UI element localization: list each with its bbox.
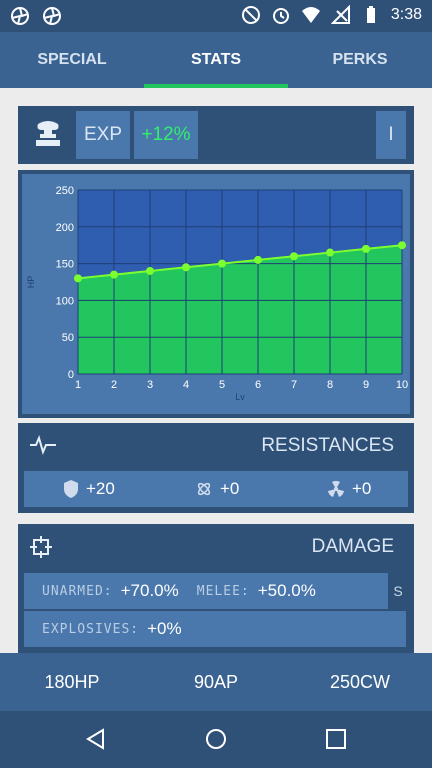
y-tick-label: 50 <box>62 332 74 344</box>
resistances-title: RESISTANCES <box>261 435 394 456</box>
tab-special-label: SPECIAL <box>37 51 107 68</box>
summary-cw: 250CW <box>329 671 391 692</box>
no-signal-icon <box>330 5 350 24</box>
tab-bar: SPECIAL STATS PERKS <box>0 32 432 88</box>
resistances-header: RESISTANCES <box>18 423 414 468</box>
resistance-energy-value: +0 <box>220 479 240 498</box>
summary-hp: 180HP <box>44 671 100 692</box>
exp-info-button[interactable]: I <box>376 111 406 159</box>
hp-point <box>182 263 190 272</box>
home-icon[interactable] <box>204 727 228 751</box>
exp-panel: EXP +12% I <box>18 106 414 164</box>
x-axis-label: Lv <box>235 392 245 402</box>
melee-label: MELEE: <box>196 583 250 599</box>
x-tick-label: 7 <box>291 379 297 391</box>
damage-header: DAMAGE <box>18 524 414 570</box>
wifi-icon <box>301 7 320 23</box>
y-tick-label: 200 <box>56 222 74 234</box>
exp-label: EXP <box>76 111 130 159</box>
x-tick-label: 6 <box>255 379 261 391</box>
do-not-disturb-icon <box>241 6 260 24</box>
atom-icon <box>197 482 211 496</box>
vault-boy-icon <box>34 120 62 150</box>
explosives-label: EXPLOSIVES: <box>42 621 140 637</box>
clock: 3:38 <box>390 6 422 23</box>
hp-point <box>254 255 262 264</box>
radiation-icon <box>328 481 344 497</box>
hp-chart-area: 0 50 100 150 200 250 1 2 3 4 5 6 7 8 9 10 Lv HP <box>22 174 410 414</box>
hp-point <box>326 248 334 257</box>
exp-bonus: +12% <box>134 111 198 159</box>
x-tick-label: 5 <box>219 379 225 391</box>
x-tick-label: 1 <box>75 379 81 391</box>
tab-special[interactable]: SPECIAL <box>0 32 144 88</box>
melee-value: +50.0% <box>257 581 316 600</box>
x-tick-label: 3 <box>147 379 153 391</box>
alarm-icon <box>272 8 289 24</box>
y-tick-label: 0 <box>68 369 74 381</box>
stats-content[interactable]: EXP +12% I 0 50 100 150 200 250 1 2 3 4 5 6 7 8 9 10 Lv H… <box>0 88 432 664</box>
hp-point <box>398 241 406 250</box>
hp-point <box>74 274 82 283</box>
damage-row-melee: UNARMED: +70.0% MELEE: +50.0% <box>24 573 406 609</box>
system-nav-bar <box>0 711 432 768</box>
exp-bonus-text: +12% <box>141 124 191 145</box>
resistances-row: +20 +0 +0 <box>24 471 408 507</box>
x-tick-label: 2 <box>111 379 117 391</box>
back-icon[interactable] <box>84 727 108 751</box>
hp-point <box>146 266 154 275</box>
hp-point <box>290 252 298 261</box>
hp-chart: 0 50 100 150 200 250 1 2 3 4 5 6 7 8 9 10 Lv HP <box>26 185 408 402</box>
y-tick-label: 100 <box>56 295 74 307</box>
summary-bar: 180HP 90AP 250CW <box>0 653 432 711</box>
exp-info-label: I <box>388 124 394 145</box>
battery-icon <box>366 6 375 23</box>
hp-point <box>218 259 226 268</box>
aperture-icon <box>43 7 61 25</box>
summary-ap: 90AP <box>193 671 239 692</box>
unarmed-label: UNARMED: <box>42 583 113 599</box>
exp-label-text: EXP <box>83 124 123 145</box>
tab-stats[interactable]: STATS <box>144 32 288 88</box>
y-tick-label: 250 <box>56 185 74 197</box>
resistance-damage-value: +20 <box>86 479 115 498</box>
resistance-radiation: +0 <box>328 479 371 499</box>
resistance-damage: +20 <box>64 479 115 499</box>
damage-panel: DAMAGE UNARMED: +70.0% MELEE: +50.0% S E… <box>18 524 414 664</box>
aperture-icon <box>11 7 29 25</box>
crosshair-icon <box>30 536 52 558</box>
tab-perks-label: PERKS <box>332 51 388 68</box>
status-bar: 3:38 <box>0 0 432 32</box>
damage-side-button-label: S <box>393 583 403 599</box>
resistance-radiation-value: +0 <box>352 479 372 498</box>
tab-perks[interactable]: PERKS <box>288 32 432 88</box>
shield-icon <box>64 480 78 498</box>
hp-point <box>110 270 118 279</box>
x-tick-label: 9 <box>363 379 369 391</box>
damage-row-explosives: EXPLOSIVES: +0% <box>24 611 406 647</box>
damage-title: DAMAGE <box>311 536 394 557</box>
unarmed-value: +70.0% <box>120 581 179 600</box>
x-tick-label: 10 <box>396 379 408 391</box>
y-axis-label: HP <box>26 276 36 289</box>
resistances-panel: RESISTANCES +20 +0 +0 <box>18 423 414 513</box>
damage-side-button[interactable]: S <box>388 573 408 609</box>
x-tick-label: 4 <box>183 379 189 391</box>
pulse-icon <box>30 435 56 455</box>
hp-chart-panel: 0 50 100 150 200 250 1 2 3 4 5 6 7 8 9 10 Lv HP <box>18 170 414 418</box>
hp-point <box>362 244 370 253</box>
y-tick-label: 150 <box>56 259 74 271</box>
explosives-value: +0% <box>147 619 182 638</box>
resistance-energy: +0 <box>196 479 239 499</box>
tab-stats-label: STATS <box>190 51 242 68</box>
x-tick-label: 8 <box>327 379 333 391</box>
recents-icon[interactable] <box>324 727 348 751</box>
